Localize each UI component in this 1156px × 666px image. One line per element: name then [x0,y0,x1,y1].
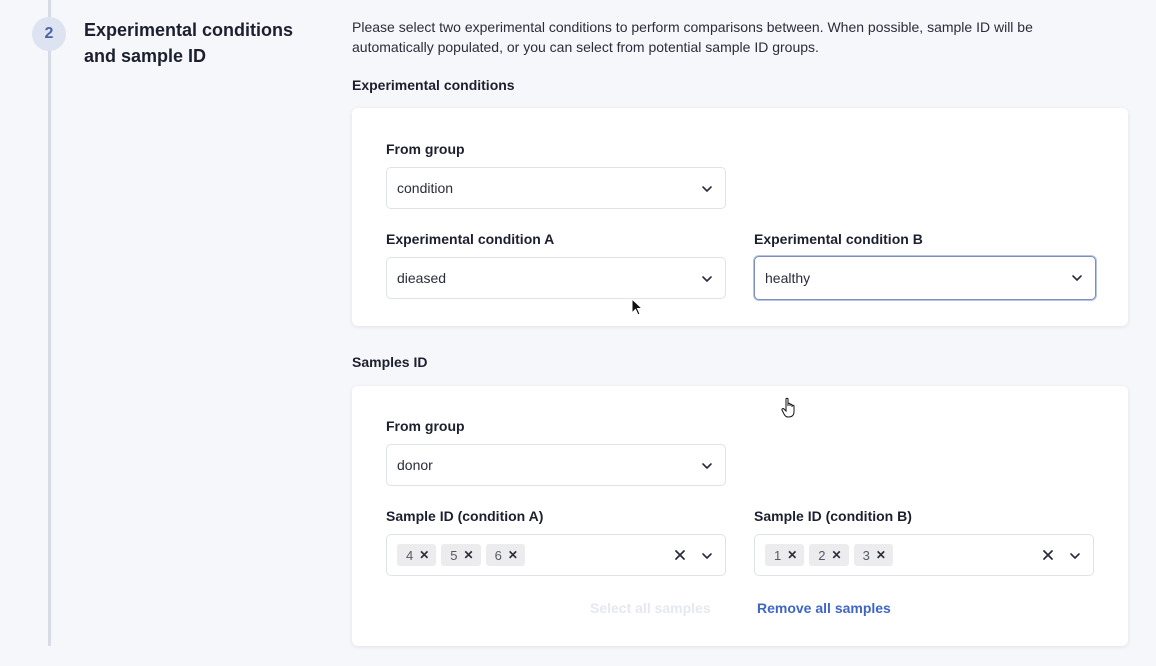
chevron-down-icon [702,276,712,282]
chevron-down-icon [702,463,712,469]
sample-chip-label: 3 [862,547,870,563]
sample-chip: 3 ✕ [853,544,893,566]
sample-b-chip-list: 1 ✕ 2 ✕ 3 ✕ [765,544,1083,566]
from-group-label: From group [386,141,465,157]
sample-chip: 5 ✕ [441,544,481,566]
step-number-badge: 2 [32,17,66,51]
sample-chip-label: 2 [818,547,826,563]
sample-chip: 6 ✕ [485,544,525,566]
clear-selection-icon[interactable] [1041,548,1055,562]
sample-chip-label: 4 [406,547,414,563]
sample-a-multiselect[interactable]: 4 ✕ 5 ✕ 6 ✕ [386,534,726,576]
condition-from-group-select[interactable]: condition [386,167,726,209]
remove-chip-icon[interactable]: ✕ [832,548,842,562]
experimental-conditions-card: From group condition Experimental condit… [352,108,1128,326]
remove-chip-icon[interactable]: ✕ [508,548,518,562]
samples-from-group-select[interactable]: donor [386,444,726,486]
sample-b-multiselect[interactable]: 1 ✕ 2 ✕ 3 ✕ [754,534,1094,576]
step-description: Please select two experimental condition… [352,19,1033,55]
samples-from-group-label: From group [386,418,465,434]
clear-selection-icon[interactable] [673,548,687,562]
samples-from-group-value: donor [397,457,433,473]
chevron-down-icon [1072,275,1082,281]
remove-chip-icon[interactable]: ✕ [876,548,886,562]
chevron-down-icon [1070,553,1080,559]
condition-b-select[interactable]: healthy [754,256,1096,300]
sample-a-chip-list: 4 ✕ 5 ✕ 6 ✕ [397,544,715,566]
sample-chip-label: 1 [774,547,782,563]
condition-a-select[interactable]: dieased [386,257,726,299]
step-title: Experimental conditions and sample ID [84,20,294,66]
arrow-cursor-icon [631,298,644,316]
condition-a-value: dieased [397,270,447,286]
sample-chip: 1 ✕ [765,544,805,566]
samples-id-heading: Samples ID [352,354,428,370]
condition-from-group-value: condition [397,180,454,196]
experimental-conditions-heading: Experimental conditions [352,77,515,93]
step-timeline-line [48,0,51,646]
remove-chip-icon[interactable]: ✕ [464,548,474,562]
select-all-samples-button[interactable]: Select all samples [590,600,711,616]
condition-a-label: Experimental condition A [386,231,555,247]
sample-chip-label: 5 [450,547,458,563]
condition-b-value: healthy [765,270,811,286]
remove-chip-icon[interactable]: ✕ [419,548,429,562]
hand-cursor-icon [781,397,795,418]
chevron-down-icon [702,186,712,192]
remove-all-samples-button[interactable]: Remove all samples [757,600,891,616]
remove-chip-icon[interactable]: ✕ [787,548,797,562]
samples-id-card: From group donor Sample ID (condition A)… [352,386,1128,646]
condition-b-label: Experimental condition B [754,231,923,247]
chevron-down-icon [702,553,712,559]
sample-a-label: Sample ID (condition A) [386,508,544,524]
sample-chip: 2 ✕ [809,544,849,566]
sample-chip-label: 6 [494,547,502,563]
sample-chip: 4 ✕ [397,544,437,566]
sample-b-label: Sample ID (condition B) [754,508,912,524]
